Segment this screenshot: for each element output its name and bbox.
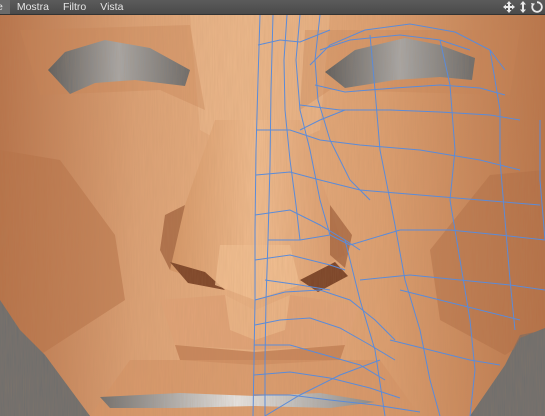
menu-item-edit[interactable]: e	[0, 0, 10, 14]
rotate-view-icon[interactable]	[531, 1, 543, 13]
zoom-view-icon[interactable]	[517, 1, 529, 13]
3d-viewport[interactable]	[0, 15, 545, 416]
cinema4d-view-window: e Mostra Filtro Vista	[0, 0, 545, 416]
skin-texture	[0, 15, 545, 416]
menu-item-vista[interactable]: Vista	[93, 0, 130, 14]
view-navigation-icons	[503, 0, 543, 14]
menu-item-mostra[interactable]: Mostra	[10, 0, 56, 14]
viewport-menu-bar: e Mostra Filtro Vista	[0, 0, 545, 15]
menu-item-filtro[interactable]: Filtro	[56, 0, 93, 14]
move-view-icon[interactable]	[503, 1, 515, 13]
face-model-render	[0, 15, 545, 416]
